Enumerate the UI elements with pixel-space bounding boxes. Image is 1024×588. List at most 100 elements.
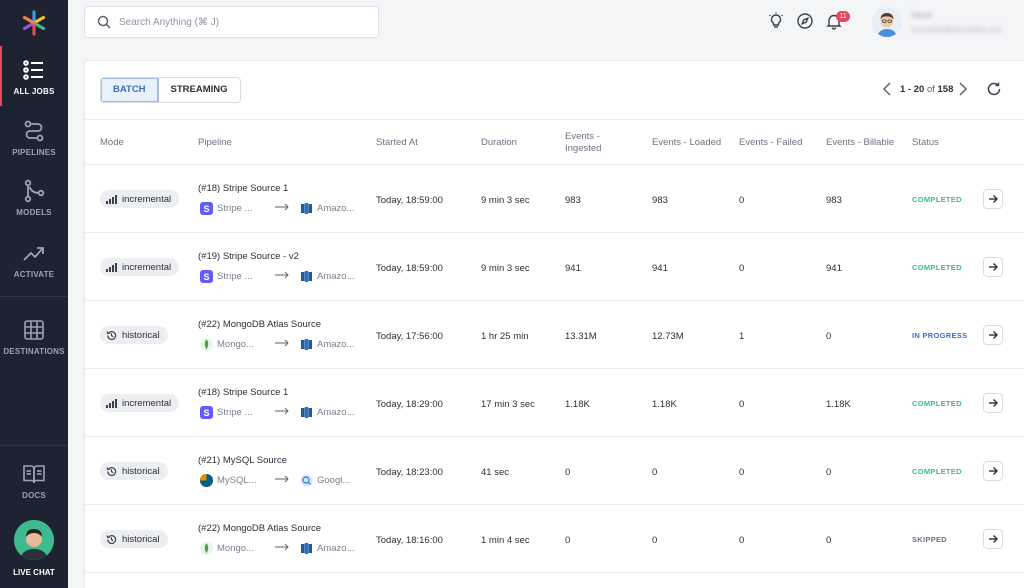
chevron-left-icon[interactable] — [882, 81, 892, 97]
live-chat-avatar[interactable] — [14, 520, 54, 560]
sidebar-item-label: ALL JOBS — [13, 87, 55, 96]
refresh-icon[interactable] — [986, 81, 1002, 97]
sidebar-item-all-jobs[interactable]: ALL JOBS — [0, 46, 68, 106]
events-ingested-cell: 0 — [565, 467, 571, 478]
mode-badge: historical — [100, 462, 168, 480]
pipeline-source: S Stripe ... — [200, 201, 252, 215]
arrow-right-icon — [989, 467, 998, 475]
user-avatar-icon — [872, 7, 902, 37]
trend-up-icon — [23, 247, 44, 261]
started-at-cell: Today, 18:23:00 — [376, 467, 443, 478]
pipeline-name[interactable]: (#19) Stripe Source - v2 — [198, 251, 299, 262]
sidebar-item-pipelines[interactable]: PIPELINES — [0, 119, 68, 157]
arrow-right-icon — [275, 543, 289, 551]
column-header-events-billable[interactable]: Events - Billable — [826, 120, 894, 166]
destinations-icon — [24, 320, 44, 340]
destination-name: Googl... — [317, 474, 351, 486]
pipeline-destination: Amazo... — [300, 269, 355, 283]
column-header-events-loaded[interactable]: Events - Loaded — [652, 120, 721, 166]
view-job-button[interactable] — [983, 529, 1003, 549]
view-job-button[interactable] — [983, 257, 1003, 277]
source-name: Stripe ... — [217, 202, 253, 214]
started-at-cell: Today, 18:59:00 — [376, 263, 443, 274]
user-name[interactable]: Hevo — [911, 10, 932, 20]
source-name: Mongo... — [217, 338, 254, 350]
events-billable-cell: 983 — [826, 195, 842, 206]
pipeline-name[interactable]: (#22) MongoDB Atlas Source — [198, 523, 321, 534]
stripe-icon: S — [200, 269, 213, 283]
job-type-toggle: BATCH STREAMING — [100, 77, 241, 103]
history-icon — [106, 466, 117, 476]
arrow-right-icon — [275, 203, 289, 211]
pipeline-name[interactable]: (#18) Stripe Source 1 — [198, 387, 288, 398]
column-header-events-ingested[interactable]: Events - Ingested — [565, 120, 625, 166]
mode-label: incremental — [122, 397, 172, 409]
search-placeholder: Search Anything (⌘ J) — [119, 17, 220, 28]
table-row[interactable]: incremental (#18) Stripe Source 1 S Stripe … — [85, 165, 1024, 233]
tab-streaming[interactable]: STREAMING — [159, 78, 240, 102]
hevo-logo-icon[interactable] — [20, 9, 48, 37]
events-ingested-cell: 0 — [565, 535, 571, 546]
view-job-button[interactable] — [983, 189, 1003, 209]
column-header-pipeline[interactable]: Pipeline — [198, 120, 232, 166]
events-failed-cell: 0 — [739, 399, 745, 410]
events-failed-cell: 0 — [739, 263, 745, 274]
source-name: MySQL... — [217, 474, 257, 486]
events-billable-cell: 0 — [826, 331, 832, 342]
pipeline-destination: Amazo... — [300, 201, 355, 215]
history-icon — [106, 534, 117, 544]
view-job-button[interactable] — [983, 325, 1003, 345]
view-job-button[interactable] — [983, 461, 1003, 481]
pipeline-source: S Stripe ... — [200, 269, 252, 283]
status-badge: SKIPPED — [912, 535, 948, 544]
sidebar-item-models[interactable]: MODELS — [0, 179, 68, 217]
mongodb-icon — [200, 541, 213, 555]
column-header-status[interactable]: Status — [912, 120, 939, 166]
chevron-right-icon[interactable] — [958, 81, 968, 97]
sidebar-divider — [0, 445, 68, 446]
pipeline-name[interactable]: (#22) MongoDB Atlas Source — [198, 319, 321, 330]
column-header-duration[interactable]: Duration — [481, 120, 517, 166]
pipeline-destination: Amazo... — [300, 337, 355, 351]
search-input[interactable]: Search Anything (⌘ J) — [84, 6, 379, 38]
duration-cell: 17 min 3 sec — [481, 399, 535, 410]
user-avatar[interactable] — [872, 7, 902, 37]
incremental-bars-icon — [106, 262, 117, 272]
mode-badge: incremental — [100, 258, 180, 276]
arrow-right-icon — [275, 339, 289, 347]
duration-cell: 9 min 3 sec — [481, 195, 530, 206]
compass-icon[interactable] — [796, 12, 814, 30]
table-row[interactable]: incremental (#18) Stripe Source 1 S Stripe … — [85, 369, 1024, 437]
sidebar-item-docs[interactable]: DOCS — [0, 462, 68, 500]
destination-name: Amazo... — [317, 542, 355, 554]
mode-label: incremental — [122, 193, 172, 205]
sidebar-item-destinations[interactable]: DESTINATIONS — [0, 318, 68, 356]
sidebar-item-label: DOCS — [22, 491, 46, 500]
table-row[interactable]: historical (#22) MongoDB Atlas Source Mong… — [85, 505, 1024, 573]
pipeline-name[interactable]: (#21) MySQL Source — [198, 455, 287, 466]
events-loaded-cell: 1.18K — [652, 399, 677, 410]
column-header-mode[interactable]: Mode — [100, 120, 124, 166]
tab-batch[interactable]: BATCH — [101, 78, 159, 102]
started-at-cell: Today, 18:29:00 — [376, 399, 443, 410]
arrow-right-icon — [989, 263, 998, 271]
live-chat-label[interactable]: LIVE CHAT — [0, 568, 68, 577]
events-failed-cell: 0 — [739, 195, 745, 206]
duration-cell: 1 hr 25 min — [481, 331, 529, 342]
events-loaded-cell: 0 — [652, 535, 658, 546]
sidebar: ALL JOBS PIPELINES MODELS ACTIVATE DESTI… — [0, 0, 68, 588]
column-header-started-at[interactable]: Started At — [376, 120, 418, 166]
svg-text:S: S — [203, 204, 209, 214]
lightbulb-icon[interactable] — [767, 12, 785, 30]
destination-name: Amazo... — [317, 338, 355, 350]
pipeline-name[interactable]: (#18) Stripe Source 1 — [198, 183, 288, 194]
mode-label: historical — [122, 533, 160, 545]
column-header-events-failed[interactable]: Events - Failed — [739, 120, 802, 166]
table-row[interactable]: historical (#22) MongoDB Atlas Source Mong… — [85, 301, 1024, 369]
events-failed-cell: 0 — [739, 535, 745, 546]
table-row[interactable]: historical (#21) MySQL Source MySQL... Goog… — [85, 437, 1024, 505]
sidebar-item-activate[interactable]: ACTIVATE — [0, 241, 68, 279]
view-job-button[interactable] — [983, 393, 1003, 413]
pipeline-destination: Amazo... — [300, 541, 355, 555]
table-row[interactable]: incremental (#19) Stripe Source - v2 S Stri… — [85, 233, 1024, 301]
